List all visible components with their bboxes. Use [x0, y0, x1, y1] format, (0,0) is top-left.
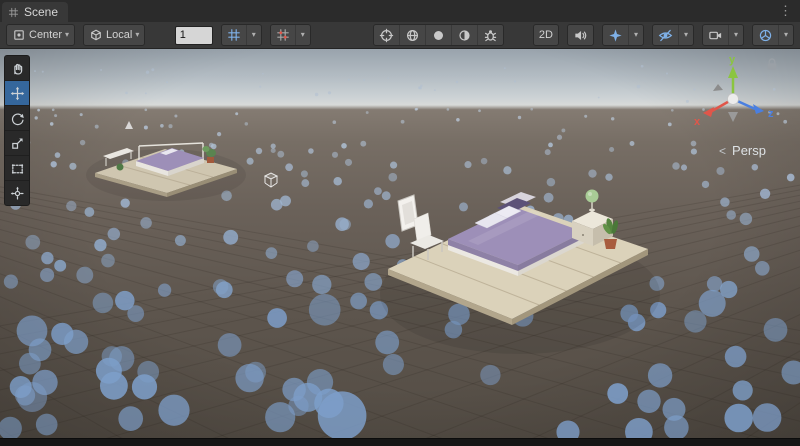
axis-tripod-icon [758, 28, 773, 43]
axis-z-arrow[interactable]: z [733, 99, 774, 120]
chevron-down-icon: ▾ [684, 31, 688, 39]
padlock-icon[interactable] [766, 58, 778, 71]
hand-tool-button[interactable] [5, 56, 29, 81]
lighting-icon-button[interactable] [425, 25, 451, 45]
scene-viewport[interactable]: y x z < Persp [0, 49, 800, 438]
effects-toggle-button[interactable] [603, 25, 628, 45]
grid-tab-icon [8, 7, 19, 18]
pivot-mode-dropdown[interactable]: Center ▾ [7, 25, 74, 45]
transform-tool-button[interactable] [5, 181, 29, 205]
mode-2d-group: 2D [533, 24, 559, 46]
scene-panel: Scene ⋮ Center ▾ [0, 0, 800, 446]
globe-icon [405, 28, 420, 43]
chevron-down-icon: ▾ [634, 31, 638, 39]
pivot-mode-label: Center [29, 29, 62, 41]
view-options-group [373, 24, 504, 46]
bedroom-model-near[interactable] [380, 190, 660, 355]
scene-gizmo-dropdown[interactable]: ▾ [778, 25, 793, 45]
bug-icon [483, 28, 498, 43]
chevron-down-icon: ▾ [135, 31, 139, 39]
crosshair-icon-button[interactable] [374, 25, 399, 45]
chevron-down-icon: ▾ [252, 31, 256, 39]
debug-icon-button[interactable] [477, 25, 503, 45]
pivot-center-icon [12, 28, 26, 42]
bottom-strip [0, 438, 800, 446]
axis-x-label: x [694, 116, 701, 128]
speaker-icon [573, 28, 588, 43]
scene-tools-overlay [4, 55, 30, 206]
camera-dropdown[interactable]: ▾ [728, 25, 743, 45]
moon-icon [457, 28, 472, 43]
axis-x-arrow[interactable]: x [694, 99, 733, 128]
grid-visual-dropdown[interactable]: ▾ [246, 25, 261, 45]
audio-group [567, 24, 594, 46]
rotate-tool-button[interactable] [5, 106, 29, 131]
move-tool-button[interactable] [5, 81, 29, 106]
grid-icon [227, 28, 241, 42]
camera-icon [708, 28, 723, 43]
scene-toolbar: Center ▾ Local ▾ [0, 22, 800, 49]
axis-neg-cone[interactable] [713, 84, 723, 91]
mode-2d-label: 2D [539, 29, 553, 41]
snap-settings-group: ▾ [270, 24, 311, 46]
tab-title: Scene [24, 5, 58, 19]
visibility-toggle-button[interactable] [653, 25, 678, 45]
visibility-group: ▾ [652, 24, 694, 46]
scene-gizmo-group: ▾ [752, 24, 794, 46]
tab-overflow-icon[interactable]: ⋮ [779, 3, 792, 19]
effects-group: ▾ [602, 24, 644, 46]
chevron-down-icon: ▾ [734, 31, 738, 39]
snap-settings-toggle[interactable] [271, 25, 295, 45]
rect-tool-button[interactable] [5, 156, 29, 181]
orientation-group: Local ▾ [83, 24, 145, 46]
collapse-chevron-icon: < [719, 144, 726, 158]
axis-z-label: z [768, 108, 774, 120]
camera-settings-button[interactable] [703, 25, 728, 45]
mode-2d-button[interactable]: 2D [534, 25, 558, 45]
axis-y-label: y [729, 54, 736, 66]
orientation-label: Local [106, 29, 132, 41]
snap-settings-dropdown[interactable]: ▾ [295, 25, 310, 45]
chevron-down-icon: ▾ [301, 31, 305, 39]
distant-marker-icon [125, 121, 133, 129]
effects-dropdown[interactable]: ▾ [628, 25, 643, 45]
scale-tool-button[interactable] [5, 131, 29, 156]
grid-snap-icon [276, 28, 290, 42]
filled-circle-icon [431, 28, 446, 43]
grid-visual-toggle[interactable] [222, 25, 246, 45]
cube-icon [89, 28, 103, 42]
snap-increment-input[interactable] [175, 26, 213, 45]
sparkle-icon [608, 28, 623, 43]
night-mode-icon-button[interactable] [451, 25, 477, 45]
shaded-sphere-icon-button[interactable] [399, 25, 425, 45]
chevron-down-icon: ▾ [65, 31, 69, 39]
projection-label: Persp [732, 143, 766, 158]
scene-tab[interactable]: Scene [2, 2, 68, 22]
audio-toggle-button[interactable] [568, 25, 593, 45]
scene-gizmo-button[interactable] [753, 25, 778, 45]
orientation-dropdown[interactable]: Local ▾ [84, 25, 144, 45]
grid-snap-group: ▾ [221, 24, 262, 46]
gizmo-center-sphere[interactable] [728, 94, 739, 105]
tab-bar: Scene ⋮ [0, 0, 800, 22]
object-cube-gizmo[interactable] [265, 173, 277, 187]
bedroom-model-far[interactable] [86, 143, 246, 201]
camera-group: ▾ [702, 24, 744, 46]
eye-off-icon [658, 28, 673, 43]
chevron-down-icon: ▾ [784, 31, 788, 39]
visibility-dropdown[interactable]: ▾ [678, 25, 693, 45]
axis-neg-y-cone[interactable] [728, 112, 738, 122]
crosshair-icon [379, 28, 394, 43]
persp-indicator[interactable]: < Persp [719, 143, 766, 158]
axis-y-arrow[interactable]: y [728, 54, 738, 99]
pivot-mode-group: Center ▾ [6, 24, 75, 46]
